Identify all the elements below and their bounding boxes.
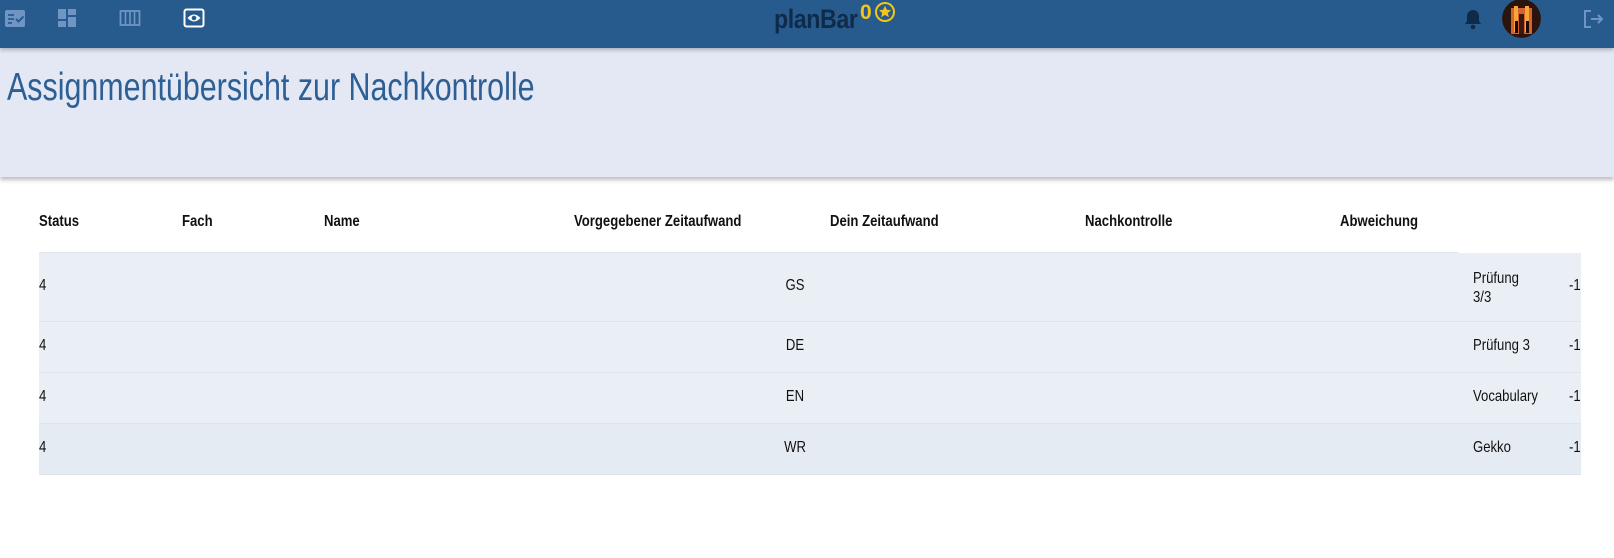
cell-abweichung: -1: [1569, 439, 1581, 456]
cell-status: 4: [39, 277, 47, 294]
cell-name: Gekko: [1473, 439, 1511, 456]
cell-status: 4: [39, 439, 47, 456]
cell-name: Prüfung 3: [1473, 337, 1530, 354]
points-counter: 0: [860, 1, 872, 24]
board-columns-icon[interactable]: [118, 6, 142, 30]
column-header-vorgegebener-zeitaufwand: Vorgegebener Zeitaufwand: [574, 213, 742, 230]
preview-eye-icon[interactable]: [182, 6, 206, 30]
assignment-table: Status Fach Name Vorgegebener Zeitaufwan…: [39, 177, 1581, 475]
table-row[interactable]: 4 DE Prüfung 3 -1: [39, 322, 1581, 373]
column-header-status: Status: [39, 213, 80, 230]
user-avatar[interactable]: [1502, 0, 1541, 38]
table-row[interactable]: 4 EN Vocabulary -1: [39, 373, 1581, 424]
dashboard-icon[interactable]: [55, 6, 79, 30]
column-header-nachkontrolle: Nachkontrolle: [1085, 213, 1173, 230]
cell-fach: DE: [785, 337, 805, 354]
column-header-name: Name: [324, 213, 360, 230]
cell-abweichung: -1: [1569, 337, 1581, 354]
cell-name: Prüfung 3/3: [1473, 270, 1519, 306]
cell-status: 4: [39, 388, 47, 405]
page-header: Assignmentübersicht zur Nachkontrolle: [0, 48, 1614, 177]
brand: planBar 0: [774, 2, 895, 36]
cell-fach: GS: [785, 277, 805, 294]
cell-abweichung: -1: [1569, 388, 1581, 405]
cell-fach: EN: [785, 388, 805, 405]
table-row[interactable]: 4 WR Gekko -1: [39, 424, 1581, 475]
top-navigation-bar: planBar 0: [0, 0, 1614, 48]
cell-status: 4: [39, 337, 47, 354]
cell-name: Vocabulary: [1473, 388, 1538, 405]
cell-abweichung: -1: [1569, 277, 1581, 294]
brand-name: planBar: [774, 4, 858, 34]
notifications-bell-icon[interactable]: [1463, 8, 1483, 30]
table-header: Status Fach Name Vorgegebener Zeitaufwan…: [39, 177, 1458, 253]
table-row[interactable]: 4 GS Prüfung 3/3 -1: [39, 253, 1581, 322]
logout-icon[interactable]: [1581, 7, 1605, 31]
column-header-fach: Fach: [182, 213, 213, 230]
tasks-check-icon[interactable]: [3, 6, 27, 30]
page-title: Assignmentübersicht zur Nachkontrolle: [7, 66, 535, 109]
star-icon: [874, 2, 895, 22]
cell-fach: WR: [784, 439, 806, 456]
column-header-dein-zeitaufwand: Dein Zeitaufwand: [830, 213, 939, 230]
column-header-abweichung: Abweichung: [1340, 213, 1418, 230]
